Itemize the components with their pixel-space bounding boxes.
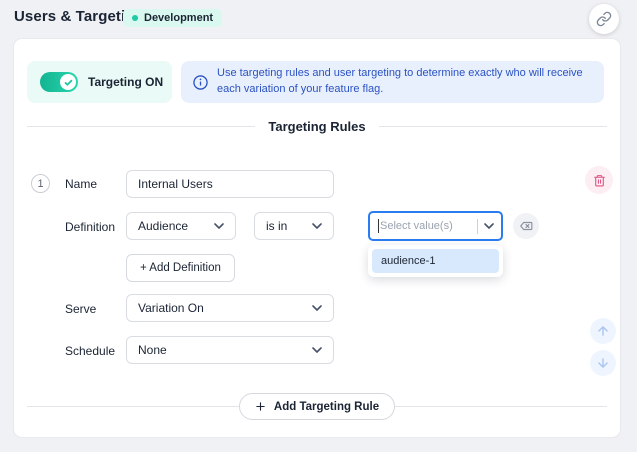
rule-name-input[interactable] [126,170,334,198]
add-targeting-rule-label: Add Targeting Rule [274,401,379,413]
schedule-label: Schedule [65,344,115,358]
backspace-icon [519,219,533,233]
divider-line [379,126,607,127]
targeting-info-text: Use targeting rules and user targeting t… [217,66,592,98]
property-select[interactable]: Audience [126,212,236,240]
targeting-toggle[interactable] [40,72,78,92]
text-cursor [378,219,379,233]
link-icon [596,11,612,27]
values-dropdown-menu: audience-1 [368,245,503,277]
info-icon [193,75,208,90]
serve-select[interactable]: Variation On [126,294,334,322]
chevron-down-icon [312,347,322,353]
delete-rule-button[interactable] [585,166,613,194]
targeting-info-box: Use targeting rules and user targeting t… [181,61,604,103]
operator-select-value: is in [266,219,287,233]
arrow-up-icon [596,324,610,338]
operator-select[interactable]: is in [254,212,334,240]
trash-icon [593,174,606,187]
dropdown-option-audience-1[interactable]: audience-1 [372,249,499,273]
serve-label: Serve [65,302,96,316]
targeting-card: Targeting ON Use targeting rules and use… [13,38,621,438]
values-placeholder: Select value(s) [380,220,473,232]
property-select-value: Audience [138,219,188,233]
divider-line [395,406,607,407]
chevron-down-icon [312,305,322,311]
chevron-down-icon [214,223,224,229]
schedule-select-value: None [138,343,167,357]
rule-number-badge: 1 [31,174,50,193]
environment-badge-label: Development [144,12,213,24]
chevron-down-icon[interactable] [484,223,494,229]
copy-link-button[interactable] [589,4,619,34]
move-rule-down-button[interactable] [590,350,616,376]
definition-label: Definition [65,220,115,234]
clear-values-button[interactable] [513,213,539,239]
users-targeting-screen: Users & Targeting Development Targeting … [0,0,637,452]
values-multiselect[interactable]: Select value(s) [368,211,503,241]
schedule-select[interactable]: None [126,336,334,364]
plus-icon [255,401,266,412]
targeting-rules-title: Targeting Rules [268,119,365,134]
environment-badge: Development [123,9,222,27]
divider-line [27,406,239,407]
select-separator [477,219,478,234]
arrow-down-icon [596,356,610,370]
move-rule-up-button[interactable] [590,318,616,344]
targeting-toggle-box: Targeting ON [27,61,172,103]
serve-select-value: Variation On [138,301,204,315]
check-icon [64,78,73,87]
divider-line [27,126,255,127]
targeting-rules-divider: Targeting Rules [27,116,607,136]
name-label: Name [65,177,97,191]
toggle-knob [60,74,76,90]
chevron-down-icon [312,223,322,229]
targeting-toggle-label: Targeting ON [88,75,163,89]
add-definition-button[interactable]: + Add Definition [126,254,235,282]
environment-dot-icon [132,15,138,21]
add-rule-divider: Add Targeting Rule [27,393,607,420]
add-targeting-rule-button[interactable]: Add Targeting Rule [239,393,395,420]
